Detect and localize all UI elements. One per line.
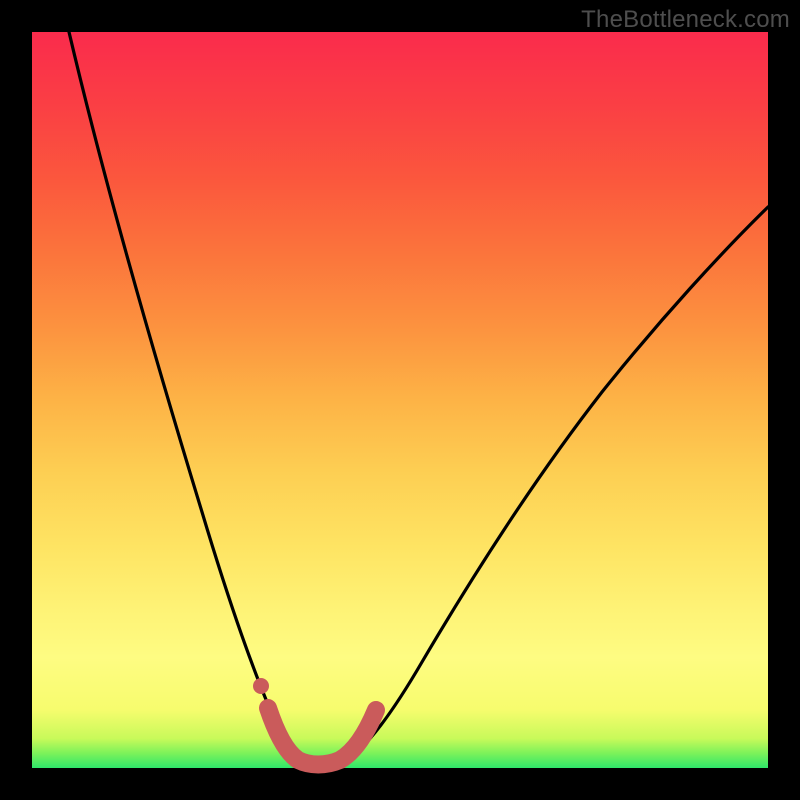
highlight-dot xyxy=(253,678,269,694)
plot-area xyxy=(32,32,768,768)
watermark-text: TheBottleneck.com xyxy=(581,6,790,34)
curve-layer xyxy=(32,32,768,768)
bottleneck-curve xyxy=(69,32,768,765)
chart-frame: TheBottleneck.com xyxy=(0,0,800,800)
trough-highlight xyxy=(268,708,376,765)
